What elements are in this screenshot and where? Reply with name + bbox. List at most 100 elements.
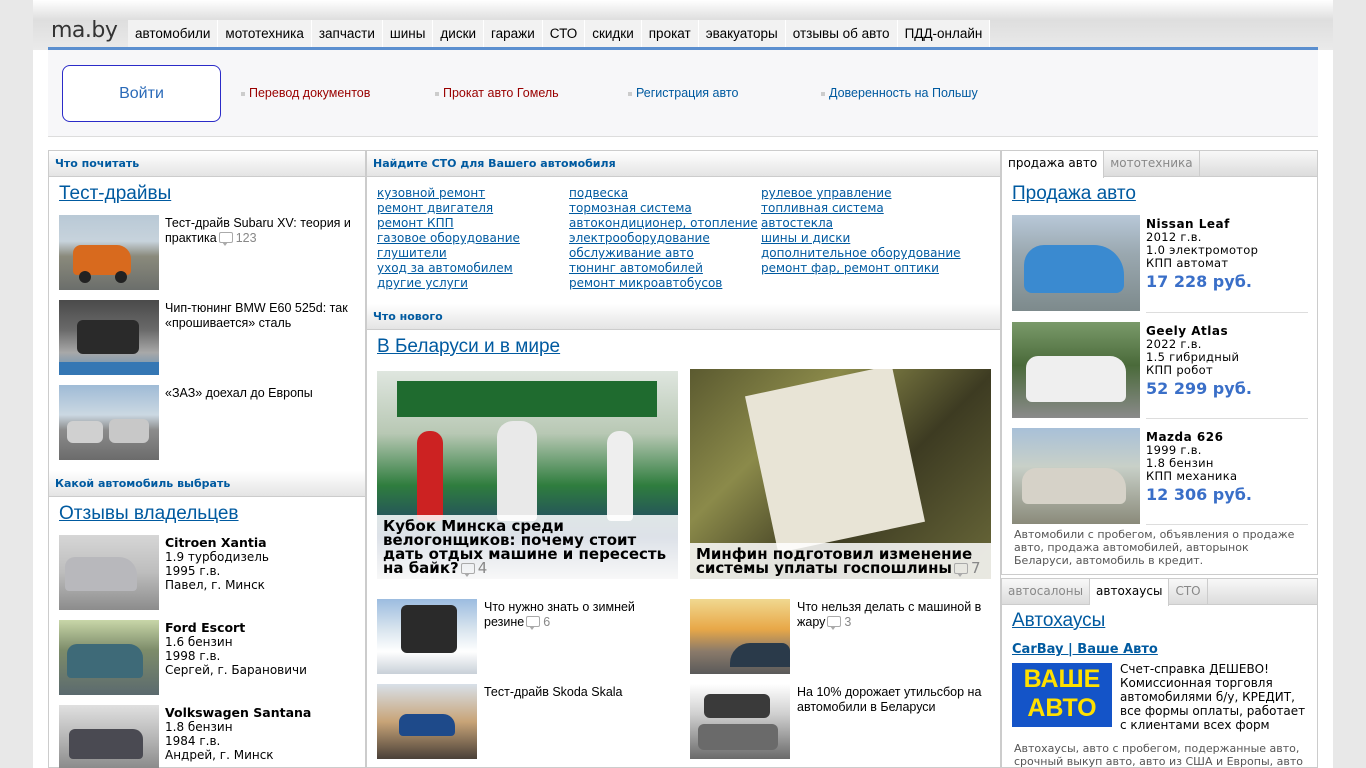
- featured-news-cycling[interactable]: Кубок Минска среди велогонщиков: почему …: [377, 371, 678, 579]
- promo-link-rental-gomel[interactable]: Прокат авто Гомель: [435, 86, 559, 100]
- sale-item-2[interactable]: Geely Atlas 2022 г.в. 1.5 гибридный КПП …: [1146, 324, 1252, 398]
- nav-pdd[interactable]: ПДД-онлайн: [897, 20, 991, 47]
- test-thumb-subaru[interactable]: [59, 215, 159, 290]
- nav-moto[interactable]: мототехника: [218, 20, 312, 47]
- sale-item-3[interactable]: Mazda 626 1999 г.в. 1.8 бензин КПП механ…: [1146, 430, 1252, 504]
- nav-garages[interactable]: гаражи: [484, 20, 543, 47]
- tab-moto[interactable]: мототехника: [1104, 151, 1200, 176]
- review-item-1[interactable]: Citroen Xantia 1.9 турбодизель 1995 г.в.…: [165, 536, 360, 593]
- sto-link[interactable]: глушители: [377, 246, 520, 261]
- tab-sto[interactable]: СТО: [1169, 579, 1208, 604]
- carbay-link[interactable]: CarBay | Ваше Авто: [1012, 642, 1158, 657]
- test-thumb-zaz[interactable]: [59, 385, 159, 460]
- news-item-2[interactable]: Что нельзя делать с машиной в жару 3: [797, 600, 987, 630]
- sto-link[interactable]: газовое оборудование: [377, 231, 520, 246]
- main-nav: автомобили мототехника запчасти шины дис…: [128, 20, 991, 47]
- middle-column: Найдите СТО для Вашего автомобиля кузовн…: [366, 150, 1001, 768]
- sto-links-col-3: рулевое управление топливная система авт…: [761, 186, 961, 276]
- nav-parts[interactable]: запчасти: [311, 20, 383, 47]
- nav-rental[interactable]: прокат: [641, 20, 699, 47]
- bullet-icon: [821, 91, 825, 96]
- comment-icon: [954, 563, 968, 577]
- sale-item-1[interactable]: Nissan Leaf 2012 г.в. 1.0 электромотор К…: [1146, 217, 1258, 291]
- bullet-icon: [628, 91, 632, 96]
- sale-thumb-mazda[interactable]: [1012, 428, 1140, 524]
- carbay-logo[interactable]: ВАШЕ АВТО: [1012, 663, 1112, 727]
- nav-wheels[interactable]: диски: [433, 20, 485, 47]
- tab-autohauses[interactable]: автохаусы: [1090, 579, 1170, 606]
- sto-link[interactable]: электрооборудование: [569, 231, 758, 246]
- sto-link[interactable]: тюнинг автомобилей: [569, 261, 758, 276]
- promo-link-registration[interactable]: Регистрация авто: [628, 86, 738, 100]
- nav-tow[interactable]: эвакуаторы: [698, 20, 786, 47]
- news-item-4[interactable]: На 10% дорожает утильсбор на автомобили …: [797, 685, 987, 715]
- read-section-head: Что почитать: [49, 151, 365, 177]
- news-item-1[interactable]: Что нужно знать о зимней резине 6: [484, 600, 674, 630]
- review-thumb-xantia[interactable]: [59, 535, 159, 610]
- comment-icon: [460, 563, 475, 577]
- sale-tabs: продажа авто мототехника: [1002, 151, 1317, 178]
- sto-link[interactable]: тормозная система: [569, 201, 758, 216]
- review-item-2[interactable]: Ford Escort 1.6 бензин 1998 г.в. Сергей,…: [165, 621, 360, 678]
- sto-links-col-2: подвеска тормозная система автокондицион…: [569, 186, 758, 291]
- sale-thumb-atlas[interactable]: [1012, 322, 1140, 418]
- test-item-2[interactable]: Чип-тюнинг BMW E60 525d: так «прошиваетс…: [165, 301, 360, 331]
- test-item-3[interactable]: «ЗАЗ» доехал до Европы: [165, 386, 360, 401]
- sto-link[interactable]: подвеска: [569, 186, 758, 201]
- nav-tires[interactable]: шины: [382, 20, 434, 47]
- sto-link[interactable]: другие услуги: [377, 276, 520, 291]
- sto-link[interactable]: дополнительное оборудование: [761, 246, 961, 261]
- test-item-1[interactable]: Тест-драйв Subaru XV: теория и практика 1…: [165, 216, 360, 246]
- news-thumb-util-fee[interactable]: [690, 684, 790, 759]
- sale-title-link[interactable]: Продажа авто: [1012, 183, 1136, 205]
- sto-link[interactable]: кузовной ремонт: [377, 186, 520, 201]
- comment-icon: [526, 616, 541, 630]
- autohaus-tabs: автосалоны автохаусы СТО: [1002, 579, 1317, 606]
- sto-link[interactable]: ремонт двигателя: [377, 201, 520, 216]
- nav-sto[interactable]: СТО: [542, 20, 586, 47]
- sto-link[interactable]: автостекла: [761, 216, 961, 231]
- sale-thumb-leaf[interactable]: [1012, 215, 1140, 311]
- page: ma.by автомобили мототехника запчасти ши…: [33, 0, 1333, 768]
- reviews-title-link[interactable]: Отзывы владельцев: [59, 503, 239, 525]
- news-thumb-winter-tires[interactable]: [377, 599, 477, 674]
- login-bar: Войти Перевод документов Прокат авто Гом…: [48, 50, 1318, 137]
- autohaus-title-link[interactable]: Автохаусы: [1012, 610, 1105, 632]
- review-thumb-escort[interactable]: [59, 620, 159, 695]
- sto-section-head: Найдите СТО для Вашего автомобиля: [367, 151, 1000, 177]
- sto-link[interactable]: ремонт фар, ремонт оптики: [761, 261, 961, 276]
- promo-link-poland[interactable]: Доверенность на Польшу: [821, 86, 978, 100]
- nav-discounts[interactable]: скидки: [585, 20, 642, 47]
- login-button[interactable]: Войти: [62, 65, 221, 122]
- test-thumb-bmw[interactable]: [59, 300, 159, 375]
- news-title-link[interactable]: В Беларуси и в мире: [377, 336, 560, 358]
- top-bar: ma.by автомобили мототехника запчасти ши…: [33, 0, 1333, 50]
- tests-title-link[interactable]: Тест-драйвы: [59, 183, 171, 205]
- sto-link[interactable]: рулевое управление: [761, 186, 961, 201]
- sto-link[interactable]: ремонт КПП: [377, 216, 520, 231]
- sto-link[interactable]: уход за автомобилем: [377, 261, 520, 276]
- nav-cars[interactable]: автомобили: [128, 20, 219, 47]
- bullet-icon: [435, 91, 439, 96]
- sto-link[interactable]: обслуживание авто: [569, 246, 758, 261]
- sto-link[interactable]: ремонт микроавтобусов: [569, 276, 758, 291]
- banner-image: [397, 381, 657, 417]
- tab-autosalons[interactable]: автосалоны: [1002, 579, 1091, 604]
- site-logo[interactable]: ma.by: [51, 18, 118, 43]
- sto-link[interactable]: шины и диски: [761, 231, 961, 246]
- sto-link[interactable]: топливная система: [761, 201, 961, 216]
- featured-news-minfin[interactable]: Минфин подготовил изменение системы упла…: [690, 369, 991, 579]
- nav-reviews[interactable]: отзывы об авто: [785, 20, 898, 47]
- review-thumb-santana[interactable]: [59, 705, 159, 768]
- sale-note: Автомобили с пробегом, объявления о прод…: [1014, 528, 1295, 567]
- news-thumb-heat[interactable]: [690, 599, 790, 674]
- left-column: Что почитать Тест-драйвы Тест-драйв Suba…: [48, 150, 366, 768]
- news-thumb-skoda[interactable]: [377, 684, 477, 759]
- sto-link[interactable]: автокондиционер, отопление: [569, 216, 758, 231]
- tab-car-sale[interactable]: продажа авто: [1002, 151, 1105, 178]
- choose-section: Какой автомобиль выбрать: [49, 471, 365, 497]
- review-item-3[interactable]: Volkswagen Santana 1.8 бензин 1984 г.в. …: [165, 706, 360, 763]
- news-section: Что нового: [367, 304, 1000, 330]
- news-item-3[interactable]: Тест-драйв Skoda Skala: [484, 685, 674, 700]
- promo-link-translation[interactable]: Перевод документов: [241, 86, 370, 100]
